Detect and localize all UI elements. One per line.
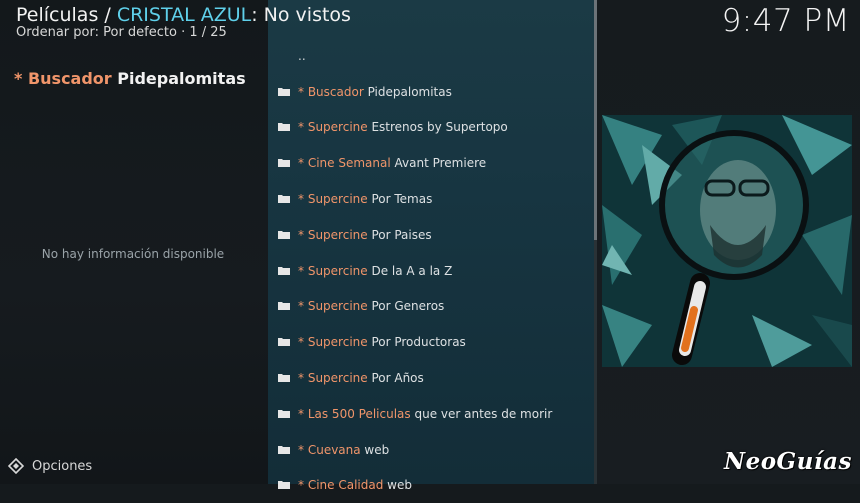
list-item-label: * Supercine Por Productoras xyxy=(298,335,466,349)
list-item-accent: Cine Semanal xyxy=(307,156,391,171)
no-info-message: No hay información disponible xyxy=(41,247,225,261)
folder-icon xyxy=(278,195,290,204)
list-item[interactable]: * Buscador Pidepalomitas xyxy=(268,74,594,110)
scrollbar-thumb[interactable] xyxy=(594,0,597,240)
list-item-star: * xyxy=(298,227,308,242)
list-item-rest: Por Paises xyxy=(367,227,432,242)
list-item-star: * xyxy=(298,299,308,314)
parent-label: .. xyxy=(298,48,306,63)
list-item-label: * Cine Semanal Avant Premiere xyxy=(298,156,486,170)
selected-item-title: * Buscador Pidepalomitas xyxy=(14,69,246,88)
list-item-star: * xyxy=(298,156,308,171)
selected-accent: Buscador xyxy=(27,69,112,88)
list-item-rest: Estrenos by Supertopo xyxy=(367,120,508,135)
list-item-parent[interactable]: .. xyxy=(268,38,594,74)
list-item-label: * Supercine Por Temas xyxy=(298,192,432,206)
list-item-rest: Por Productoras xyxy=(367,335,466,350)
selected-rest: Pidepalomitas xyxy=(117,69,246,88)
list-item-star: * xyxy=(298,442,308,457)
list-item-label: * Supercine Por Paises xyxy=(298,228,432,242)
folder-icon xyxy=(278,266,290,275)
list-item-label: * Cine Calidad web xyxy=(298,478,412,492)
options-label: Opciones xyxy=(32,458,93,474)
list-item-label: * Supercine Por Años xyxy=(298,371,424,385)
list-item-rest: web xyxy=(360,442,390,457)
list-item-star: * xyxy=(298,371,308,386)
list-item-label: * Buscador Pidepalomitas xyxy=(298,85,452,99)
list-item-rest: Pidepalomitas xyxy=(363,84,452,99)
list-item-rest: que ver antes de morir xyxy=(410,406,553,421)
list-item-accent: Supercine xyxy=(307,120,368,135)
list-item[interactable]: * Supercine Por Productoras xyxy=(268,324,594,360)
list-item-accent: Supercine xyxy=(307,371,368,386)
magnifier-portrait-image xyxy=(602,115,852,367)
list-item-rest: Avant Premiere xyxy=(390,156,487,171)
list-item-rest: Por Generos xyxy=(367,299,445,314)
folder-icon xyxy=(278,481,290,490)
list-item[interactable]: * Supercine Por Temas xyxy=(268,181,594,217)
breadcrumb-addon: CRISTAL AZUL xyxy=(116,4,252,26)
list-item-label: * Supercine De la A a la Z xyxy=(298,264,452,278)
list-item-accent: Buscador xyxy=(307,84,364,99)
list-item-rest: De la A a la Z xyxy=(367,263,453,278)
list-item-rest: Por Años xyxy=(367,371,424,386)
folder-icon xyxy=(278,409,290,418)
list-item[interactable]: * Supercine Por Generos xyxy=(268,289,594,325)
folder-icon xyxy=(278,123,290,132)
list-item-star: * xyxy=(298,478,308,493)
list-item-accent: Supercine xyxy=(307,299,368,314)
list-item[interactable]: * Cine Semanal Avant Premiere xyxy=(268,145,594,181)
clock: 9:47 PM xyxy=(721,3,850,39)
poster-thumbnail xyxy=(602,115,852,367)
list-item[interactable]: * Cine Calidad web xyxy=(268,468,594,503)
list-item-accent: Cuevana xyxy=(307,442,361,457)
list-item-accent: Supercine xyxy=(307,263,368,278)
list-item[interactable]: * Supercine Estrenos by Supertopo xyxy=(268,110,594,146)
list-item[interactable]: * Supercine Por Años xyxy=(268,360,594,396)
options-button[interactable]: Opciones xyxy=(8,458,92,474)
breadcrumb-suffix: : No vistos xyxy=(251,4,351,26)
list-item-accent: Cine Calidad xyxy=(307,478,384,493)
list-item[interactable]: * Las 500 Peliculas que ver antes de mor… xyxy=(268,396,594,432)
list-item[interactable]: * Supercine De la A a la Z xyxy=(268,253,594,289)
list-item-star: * xyxy=(298,192,308,207)
list-item-star: * xyxy=(298,120,308,135)
list-item-label: * Supercine Por Generos xyxy=(298,299,444,313)
folder-icon xyxy=(278,374,290,383)
sort-status: Ordenar por: Por defecto · 1 / 25 xyxy=(16,25,227,40)
watermark-logo: NeoGuías xyxy=(724,448,852,475)
list-item-accent: Supercine xyxy=(307,192,368,207)
list-item-label: * Cuevana web xyxy=(298,443,389,457)
folder-icon xyxy=(278,338,290,347)
list-item[interactable]: * Supercine Por Paises xyxy=(268,217,594,253)
list-item[interactable]: * Cuevana web xyxy=(268,432,594,468)
folder-icon xyxy=(278,302,290,311)
folder-icon xyxy=(278,230,290,239)
list-item-star: * xyxy=(298,263,308,278)
list-item-star: * xyxy=(298,335,308,350)
list-item-rest: Por Temas xyxy=(367,192,433,207)
folder-icon xyxy=(278,87,290,96)
item-list: .. * Buscador Pidepalomitas * Supercine E… xyxy=(268,38,594,503)
selected-star: * xyxy=(14,69,23,88)
folder-icon xyxy=(278,445,290,454)
list-item-accent: Supercine xyxy=(307,227,368,242)
list-item-accent: Las 500 Peliculas xyxy=(307,406,411,421)
list-item-label: * Las 500 Peliculas que ver antes de mor… xyxy=(298,407,552,421)
breadcrumb: Películas / CRISTAL AZUL: No vistos xyxy=(16,4,351,26)
list-item-star: * xyxy=(298,84,308,99)
options-icon xyxy=(8,458,24,474)
breadcrumb-prefix: Películas / xyxy=(16,4,117,26)
list-item-star: * xyxy=(298,406,308,421)
list-item-rest: web xyxy=(383,478,412,493)
list-item-label: * Supercine Estrenos by Supertopo xyxy=(298,120,508,134)
folder-icon xyxy=(278,159,290,168)
list-item-accent: Supercine xyxy=(307,335,368,350)
